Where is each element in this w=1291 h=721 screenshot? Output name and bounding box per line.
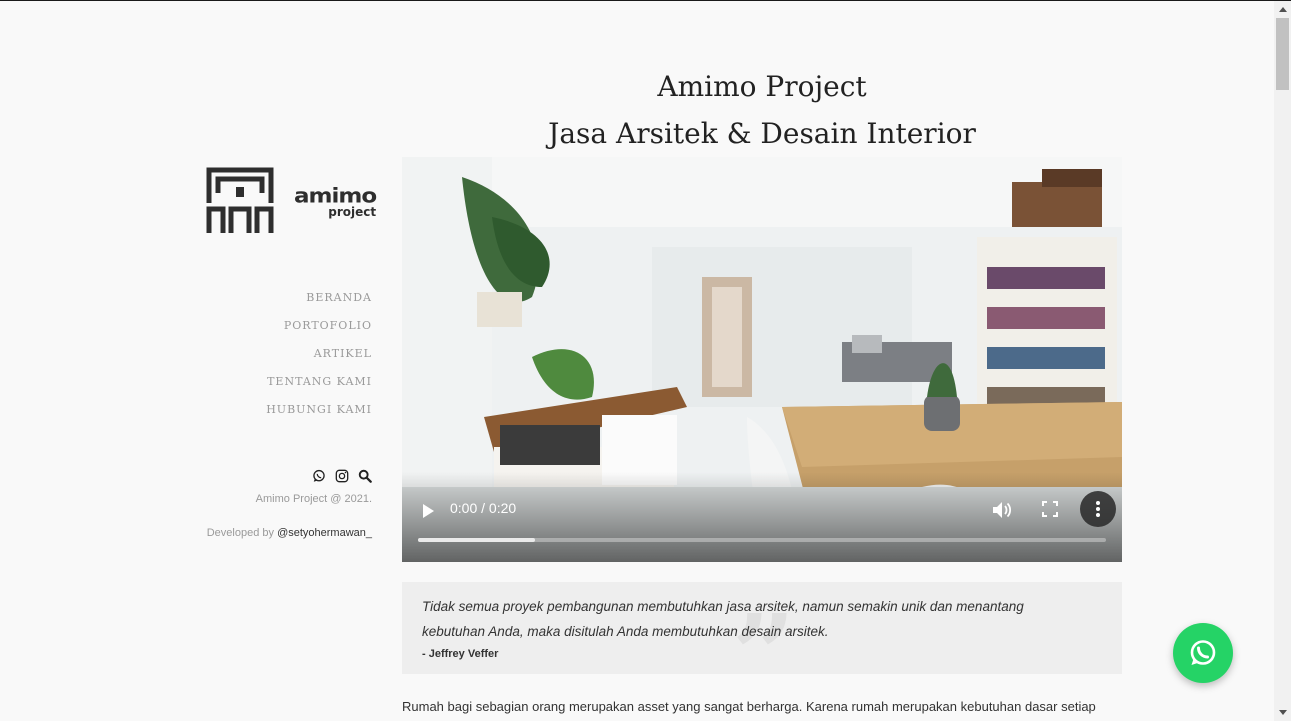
whatsapp-icon[interactable] bbox=[312, 469, 326, 483]
developer-credit: Developed by @setyohermawan_ bbox=[207, 527, 372, 539]
video-player[interactable]: 0:00 / 0:20 bbox=[402, 157, 1122, 562]
search-icon[interactable] bbox=[358, 469, 372, 483]
fullscreen-icon[interactable] bbox=[1042, 501, 1058, 517]
volume-icon[interactable] bbox=[992, 501, 1012, 519]
video-progress-bar[interactable] bbox=[418, 538, 1106, 542]
main-nav: BERANDA PORTOFOLIO ARTIKEL TENTANG KAMI … bbox=[266, 289, 372, 429]
developer-link[interactable]: @setyohermawan_ bbox=[277, 527, 372, 539]
video-controls: 0:00 / 0:20 bbox=[402, 472, 1122, 562]
brand-logo[interactable]: amimo project bbox=[206, 167, 377, 235]
nav-item-beranda[interactable]: BERANDA bbox=[266, 289, 372, 317]
nav-item-tentang-kami[interactable]: TENTANG KAMI bbox=[266, 373, 372, 401]
video-buffer-bar bbox=[418, 538, 535, 542]
developer-prefix: Developed by bbox=[206, 527, 278, 539]
nav-item-hubungi-kami[interactable]: HUBUNGI KAMI bbox=[266, 401, 372, 429]
logo-wordmark: amimo bbox=[294, 183, 377, 208]
quote-text: Tidak semua proyek pembangunan membutuhk… bbox=[422, 599, 1024, 639]
page-title: Amimo Project Jasa Arsitek & Desain Inte… bbox=[402, 63, 1122, 157]
more-vertical-icon bbox=[1096, 501, 1100, 517]
scrollbar-thumb[interactable] bbox=[1276, 18, 1289, 90]
logo-mark-icon bbox=[206, 167, 274, 233]
copyright-text: Amimo Project @ 2021. bbox=[255, 493, 372, 505]
scroll-down-arrow-icon[interactable] bbox=[1274, 704, 1291, 721]
instagram-icon[interactable] bbox=[335, 469, 349, 483]
article-paragraph: Rumah bagi sebagian orang merupakan asse… bbox=[402, 699, 1096, 714]
page-scrollbar[interactable] bbox=[1274, 1, 1291, 721]
play-icon[interactable] bbox=[420, 503, 436, 519]
nav-item-artikel[interactable]: ARTIKEL bbox=[266, 345, 372, 373]
whatsapp-icon bbox=[1190, 640, 1216, 665]
scroll-up-arrow-icon[interactable] bbox=[1274, 1, 1291, 18]
social-links bbox=[312, 469, 372, 483]
title-line-1: Amimo Project bbox=[657, 70, 867, 103]
quote-block: ” Tidak semua proyek pembangunan membutu… bbox=[402, 582, 1122, 710]
more-options-button[interactable] bbox=[1080, 491, 1116, 527]
whatsapp-float-button[interactable] bbox=[1173, 623, 1233, 683]
quote-author: - Jeffrey Veffer bbox=[422, 648, 499, 660]
title-line-2: Jasa Arsitek & Desain Interior bbox=[548, 117, 976, 150]
nav-item-portofolio[interactable]: PORTOFOLIO bbox=[266, 317, 372, 345]
logo-text: amimo project bbox=[294, 183, 377, 217]
video-time: 0:00 / 0:20 bbox=[450, 500, 517, 516]
